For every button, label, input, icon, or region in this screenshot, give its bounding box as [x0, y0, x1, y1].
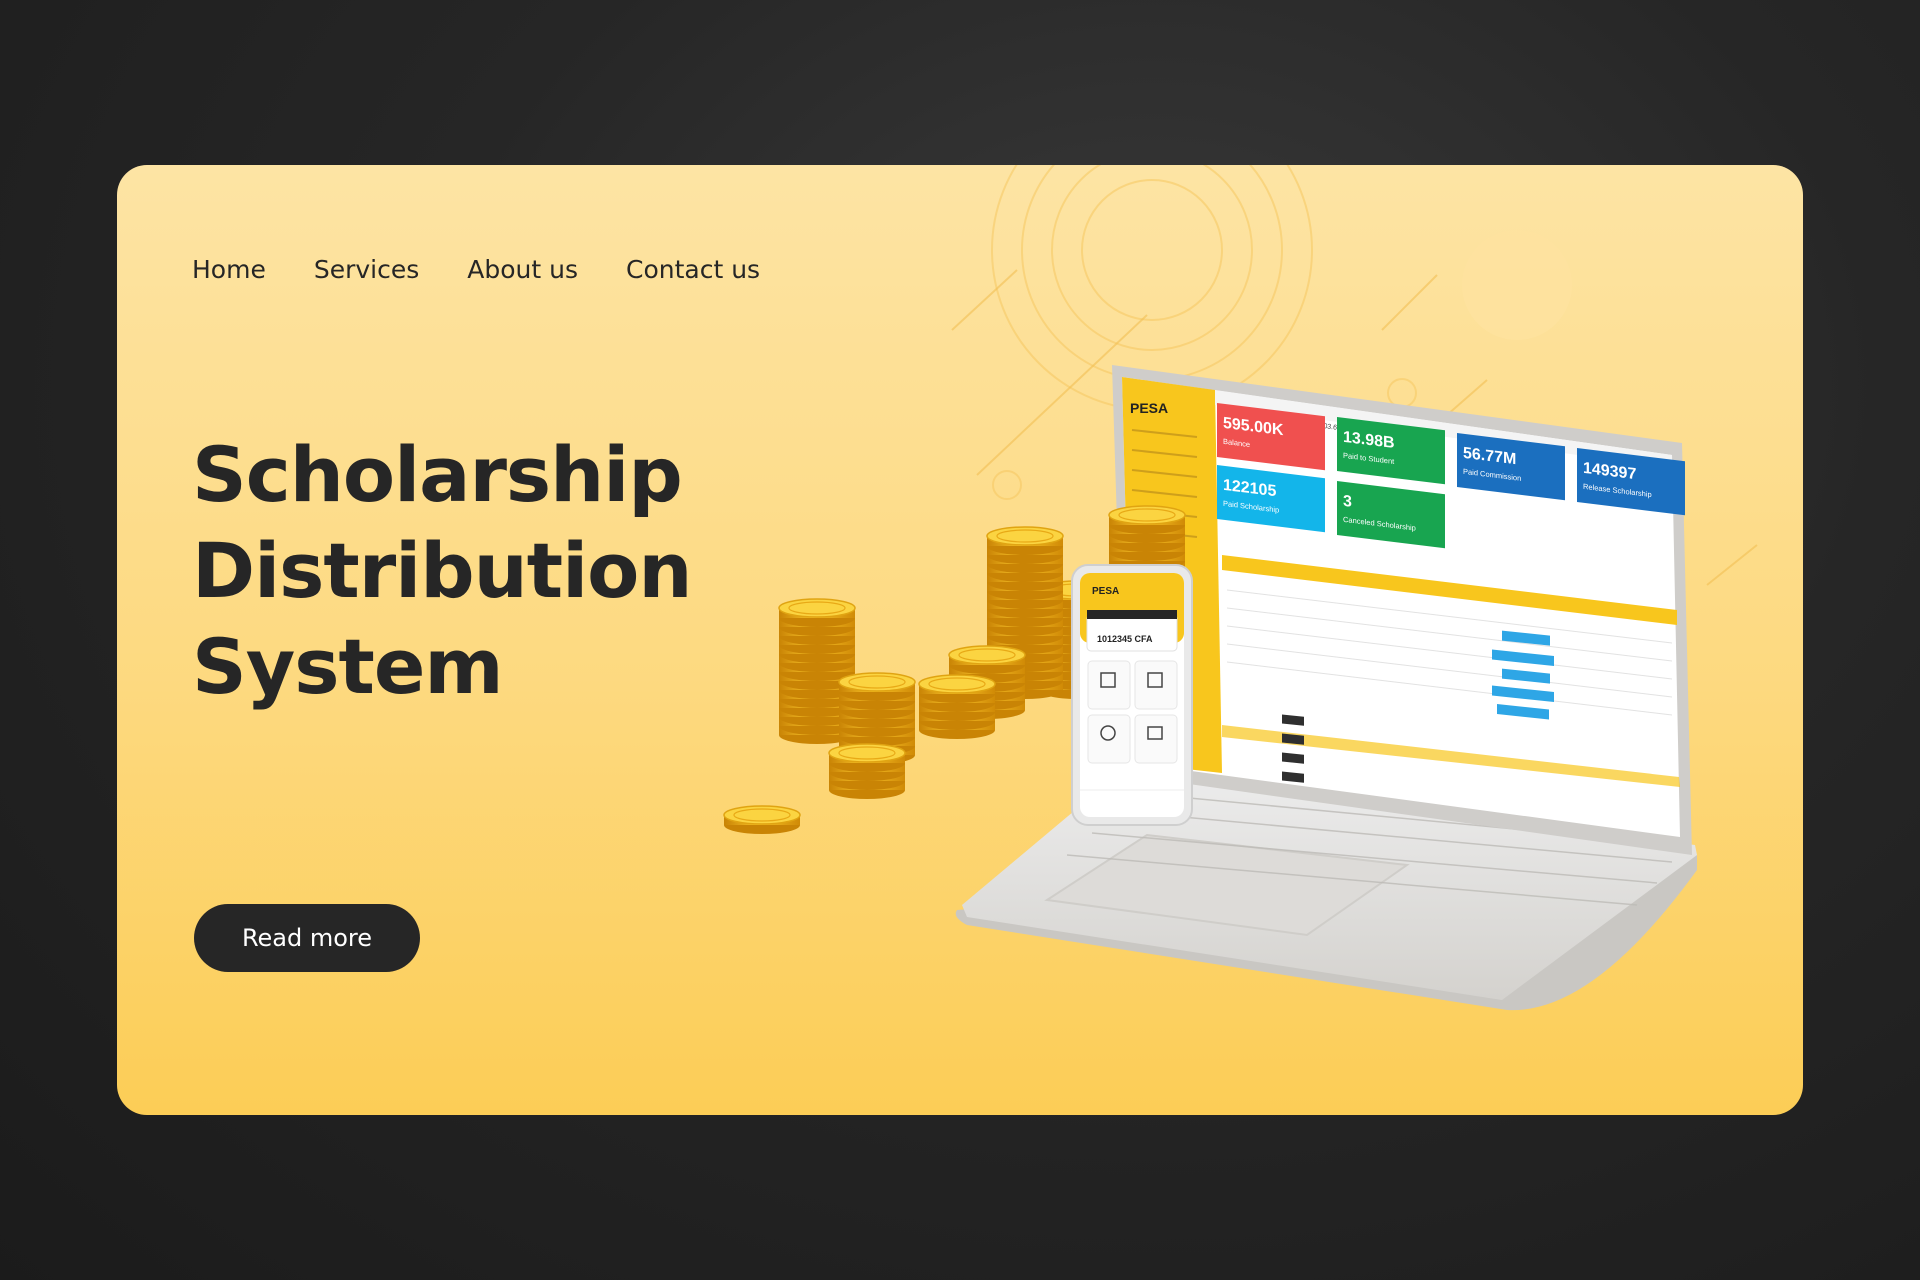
- stat-value: 13.98B: [1343, 428, 1395, 452]
- hero-card: PESA IP Address: 103.68.4.28 595.00K Bala…: [117, 165, 1803, 1115]
- stat-tile: 122105Paid Scholarship: [1217, 465, 1325, 533]
- coin-stack: [986, 526, 1064, 699]
- stat-tile: 595.00KBalance: [1217, 403, 1325, 471]
- decor-glow: [1462, 230, 1572, 340]
- coin-stack: [838, 672, 916, 764]
- coin-stack: [948, 645, 1026, 719]
- hero-title-line-1: Scholarship: [192, 430, 683, 519]
- nav-home[interactable]: Home: [192, 255, 266, 284]
- stat-value: 3: [1343, 492, 1352, 511]
- stat-tile: 149397Release Scholarship: [1577, 448, 1685, 516]
- coin-stack: [828, 743, 906, 799]
- main-nav: Home Services About us Contact us: [192, 255, 760, 284]
- stat-value: 56.77M: [1463, 444, 1516, 468]
- coin-stacks: [723, 505, 1186, 834]
- coin-stack: [723, 805, 801, 834]
- laptop-brand: PESA: [1130, 400, 1168, 416]
- stat-label: Paid to Student: [1343, 451, 1395, 466]
- decor-lines: [951, 269, 1758, 586]
- hero-title: Scholarship Distribution System: [192, 427, 712, 715]
- nav-about-us[interactable]: About us: [467, 255, 578, 284]
- hero-title-line-3: System: [192, 622, 504, 711]
- coin-stack: [918, 674, 996, 739]
- stat-label: Release Scholarship: [1583, 482, 1652, 499]
- phone-amount: 1012345 CFA: [1097, 634, 1153, 644]
- stat-tiles: 595.00KBalance 13.98BPaid to Student 56.77…: [1217, 403, 1685, 549]
- stat-label: Balance: [1223, 437, 1250, 449]
- laptop-ip: IP Address: 103.68.4.28: [1282, 418, 1357, 434]
- stat-tile: 3 Canceled Scholarship: [1337, 481, 1445, 549]
- stat-tile: 13.98BPaid to Student: [1337, 417, 1445, 485]
- stat-label: Canceled Scholarship: [1343, 515, 1416, 533]
- phone: PESA 1012345 CFA: [1071, 564, 1193, 826]
- decor-circles: [991, 165, 1417, 500]
- stat-label: Paid Scholarship: [1223, 499, 1279, 515]
- stat-tile: 56.77MPaid Commission: [1457, 433, 1565, 501]
- nav-services[interactable]: Services: [314, 255, 419, 284]
- phone-brand: PESA: [1092, 586, 1119, 597]
- read-more-button[interactable]: Read more: [194, 904, 420, 972]
- laptop-screen: PESA IP Address: 103.68.4.28: [1112, 365, 1692, 855]
- coin-stack: [1038, 580, 1116, 699]
- stat-value: 149397: [1583, 459, 1636, 483]
- hero-title-line-2: Distribution: [192, 526, 692, 615]
- stat-value: 122105: [1223, 476, 1276, 500]
- stat-value: 595.00K: [1223, 414, 1284, 439]
- coin-stack: [1108, 505, 1186, 759]
- coin-stack: [1078, 667, 1156, 759]
- stat-label: Paid Commission: [1463, 467, 1521, 483]
- nav-contact-us[interactable]: Contact us: [626, 255, 760, 284]
- laptop-base: [955, 775, 1697, 1011]
- coin-stack: [778, 598, 856, 744]
